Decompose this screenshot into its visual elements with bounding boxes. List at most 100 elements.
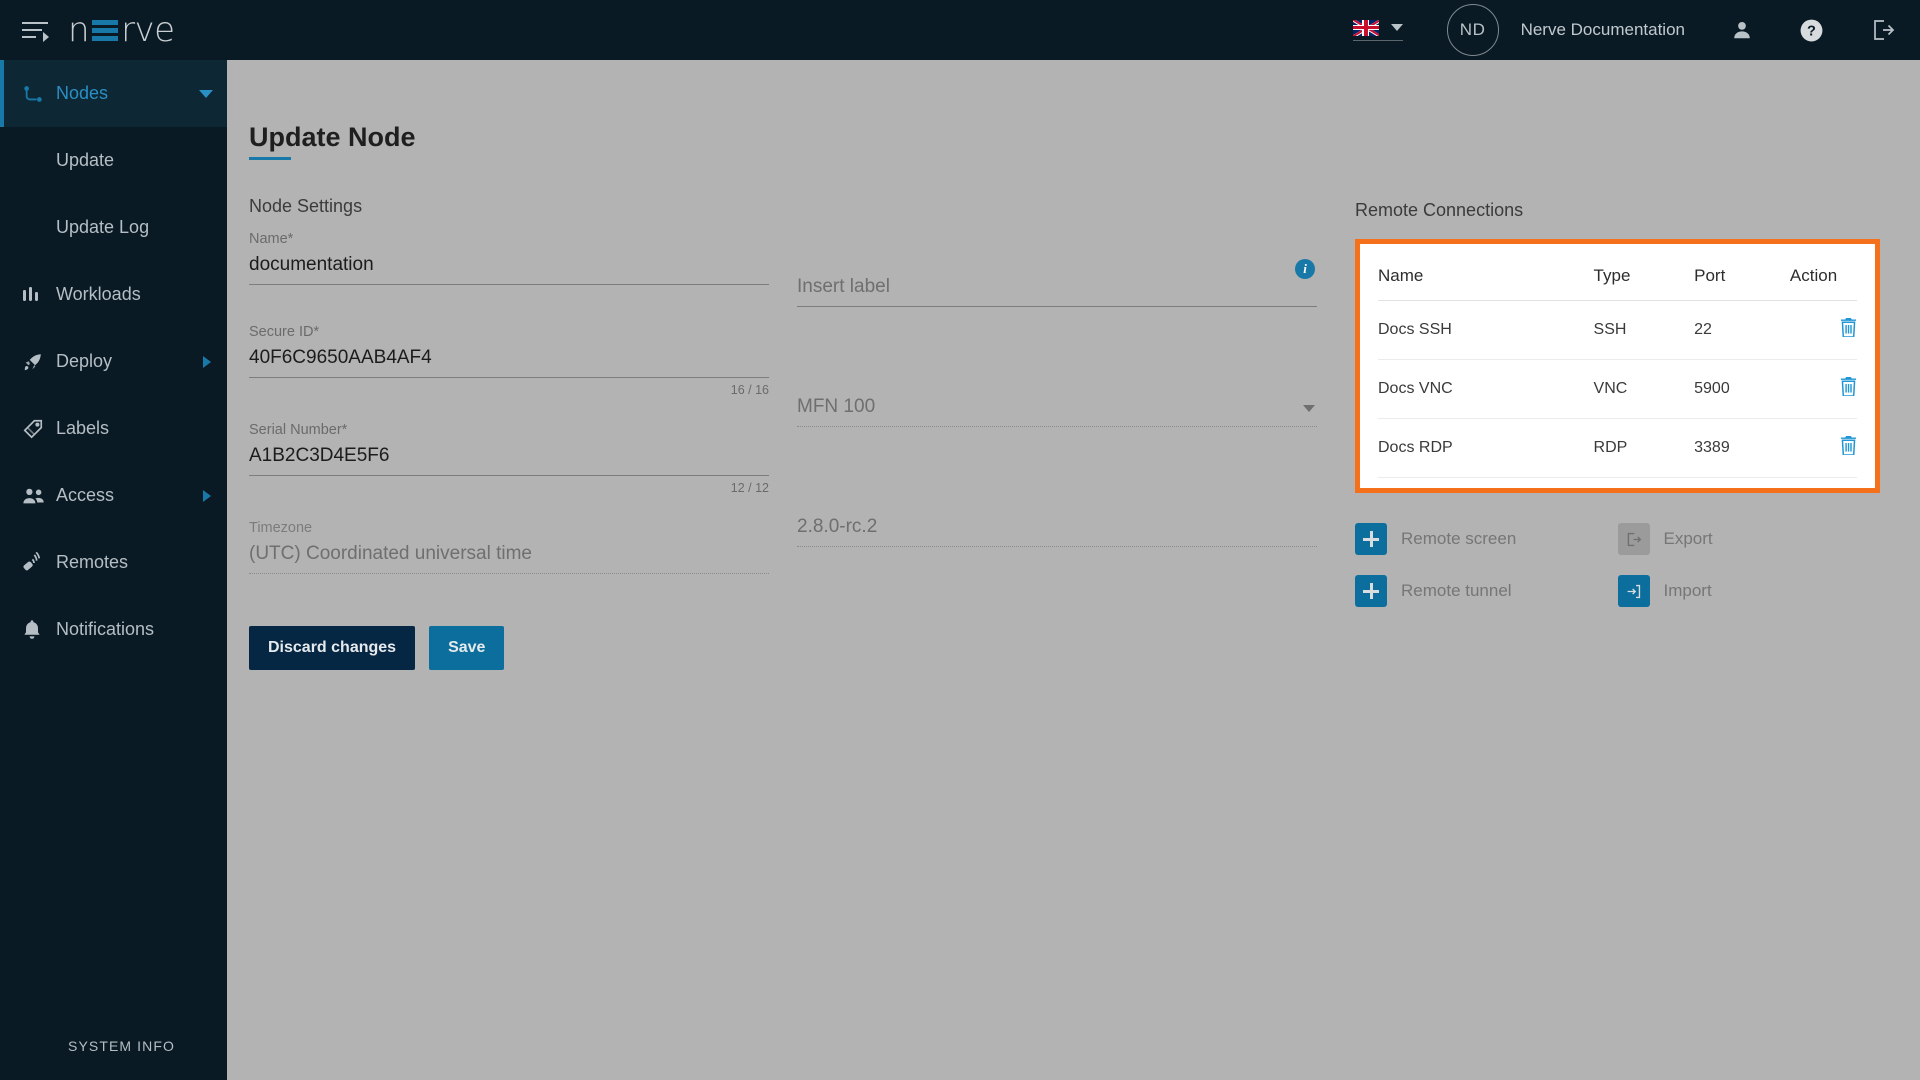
spacer <box>797 319 1317 346</box>
sidebar-label-notifications: Notifications <box>56 619 154 640</box>
help-circle-icon[interactable]: ? <box>1799 18 1824 43</box>
import-button[interactable]: Import <box>1618 575 1881 607</box>
discard-changes-button[interactable]: Discard changes <box>249 626 415 670</box>
serial-number-input[interactable]: A1B2C3D4E5F6 <box>249 443 769 476</box>
sidebar-item-update[interactable]: Update <box>0 127 227 194</box>
sidebar-label-access: Access <box>56 485 114 506</box>
sidebar-item-workloads[interactable]: Workloads <box>0 261 227 328</box>
export-label: Export <box>1664 529 1713 549</box>
form-column-right: Insert label i MFN 100 <box>797 231 1317 670</box>
form-column-left: Name* documentation Secure ID* 40F6C9650… <box>249 231 769 670</box>
timezone-value: (UTC) Coordinated universal time <box>249 541 769 574</box>
form-button-row: Discard changes Save <box>249 626 769 670</box>
version-label <box>797 493 1317 512</box>
secure-id-label: Secure ID* <box>249 324 769 343</box>
cell-type: VNC <box>1594 360 1695 419</box>
spacer <box>797 346 1317 373</box>
section-label-node-settings: Node Settings <box>249 196 1355 217</box>
language-selector[interactable] <box>1353 20 1403 41</box>
sidebar-item-access[interactable]: Access <box>0 462 227 529</box>
sidebar-nav: Nodes Update Update Log W <box>0 60 227 663</box>
export-icon <box>1618 523 1650 555</box>
cell-action <box>1790 301 1857 360</box>
avatar[interactable]: ND <box>1447 4 1499 56</box>
logo-e-icon <box>92 17 118 43</box>
table-row[interactable]: Docs VNC VNC 5900 <box>1378 360 1857 419</box>
person-icon[interactable] <box>1731 19 1753 41</box>
label-input[interactable]: Insert label <box>797 274 1317 307</box>
bell-icon <box>22 619 56 641</box>
spacer <box>249 507 769 520</box>
spacer <box>797 466 1317 493</box>
plus-icon <box>1355 575 1387 607</box>
column-header-port: Port <box>1694 252 1790 301</box>
serial-number-field[interactable]: Serial Number* A1B2C3D4E5F6 12 / 12 <box>249 422 769 495</box>
secure-id-field[interactable]: Secure ID* 40F6C9650AAB4AF4 16 / 16 <box>249 324 769 397</box>
name-input[interactable]: documentation <box>249 252 769 285</box>
logout-icon[interactable] <box>1870 17 1896 43</box>
remote-connections-panel: Name Type Port Action Docs SSH SSH 22 <box>1355 239 1880 493</box>
users-icon <box>22 486 56 506</box>
secure-id-input[interactable]: 40F6C9650AAB4AF4 <box>249 345 769 378</box>
sidebar-item-nodes[interactable]: Nodes <box>0 60 227 127</box>
chevron-down-icon <box>1391 24 1403 31</box>
remote-screen-button[interactable]: Remote screen <box>1355 523 1618 555</box>
left-pane: Update Node Node Settings Name* document… <box>227 60 1355 1080</box>
model-label <box>797 373 1317 392</box>
rocket-icon <box>22 351 56 373</box>
label-field[interactable]: Insert label i <box>797 253 1317 307</box>
table-row[interactable]: Docs SSH SSH 22 <box>1378 301 1857 360</box>
main-content: Update Node Node Settings Name* document… <box>227 60 1920 1080</box>
chevron-down-icon <box>1303 405 1315 412</box>
import-icon <box>1618 575 1650 607</box>
remote-tunnel-button[interactable]: Remote tunnel <box>1355 575 1618 607</box>
trash-icon[interactable] <box>1840 436 1857 460</box>
cell-name: Docs VNC <box>1378 360 1594 419</box>
name-label: Name* <box>249 231 769 250</box>
sidebar-label-remotes: Remotes <box>56 552 128 573</box>
logo-text-n: n <box>68 10 89 50</box>
chevron-right-icon <box>203 356 211 368</box>
name-field[interactable]: Name* documentation <box>249 231 769 285</box>
trash-icon[interactable] <box>1840 318 1857 342</box>
cell-name: Docs SSH <box>1378 301 1594 360</box>
cell-type: SSH <box>1594 301 1695 360</box>
sidebar-item-remotes[interactable]: Remotes <box>0 529 227 596</box>
sidebar-item-update-log[interactable]: Update Log <box>0 194 227 261</box>
cell-port: 5900 <box>1694 360 1790 419</box>
remote-tunnel-label: Remote tunnel <box>1401 581 1512 601</box>
trash-icon[interactable] <box>1840 377 1857 401</box>
sidebar-item-labels[interactable]: Labels <box>0 395 227 462</box>
cell-port: 22 <box>1694 301 1790 360</box>
system-info-link[interactable]: SYSTEM INFO <box>0 1038 227 1080</box>
remote-connection-actions: Remote screen Export Remote tunnel <box>1355 523 1880 627</box>
spacer <box>249 297 769 324</box>
serial-number-label: Serial Number* <box>249 422 769 441</box>
table-header-row: Name Type Port Action <box>1378 252 1857 301</box>
cell-type: RDP <box>1594 419 1695 478</box>
secure-id-counter: 16 / 16 <box>249 378 769 397</box>
page-title: Update Node <box>249 122 416 160</box>
sidebar-item-deploy[interactable]: Deploy <box>0 328 227 395</box>
save-button[interactable]: Save <box>429 626 504 670</box>
table-row[interactable]: Docs RDP RDP 3389 <box>1378 419 1857 478</box>
timezone-label: Timezone <box>249 520 769 539</box>
chevron-down-icon <box>199 90 213 98</box>
remote-connections-title: Remote Connections <box>1355 200 1880 221</box>
hamburger-menu-icon[interactable] <box>22 19 50 41</box>
label-field-label <box>797 253 1317 272</box>
export-button[interactable]: Export <box>1618 523 1881 555</box>
serial-number-counter: 12 / 12 <box>249 476 769 495</box>
cell-name: Docs RDP <box>1378 419 1594 478</box>
nerve-logo[interactable]: n rve <box>68 10 175 50</box>
info-icon[interactable]: i <box>1295 259 1315 279</box>
import-label: Import <box>1664 581 1712 601</box>
cell-port: 3389 <box>1694 419 1790 478</box>
body-container: Nodes Update Update Log W <box>0 60 1920 1080</box>
chevron-right-icon <box>203 490 211 502</box>
remote-connections-table: Name Type Port Action Docs SSH SSH 22 <box>1378 252 1857 478</box>
sidebar-item-notifications[interactable]: Notifications <box>0 596 227 663</box>
version-value: 2.8.0-rc.2 <box>797 514 1317 547</box>
model-value: MFN 100 <box>797 394 1317 427</box>
app-root: n rve ND Nerve Documentation ? <box>0 0 1920 1080</box>
